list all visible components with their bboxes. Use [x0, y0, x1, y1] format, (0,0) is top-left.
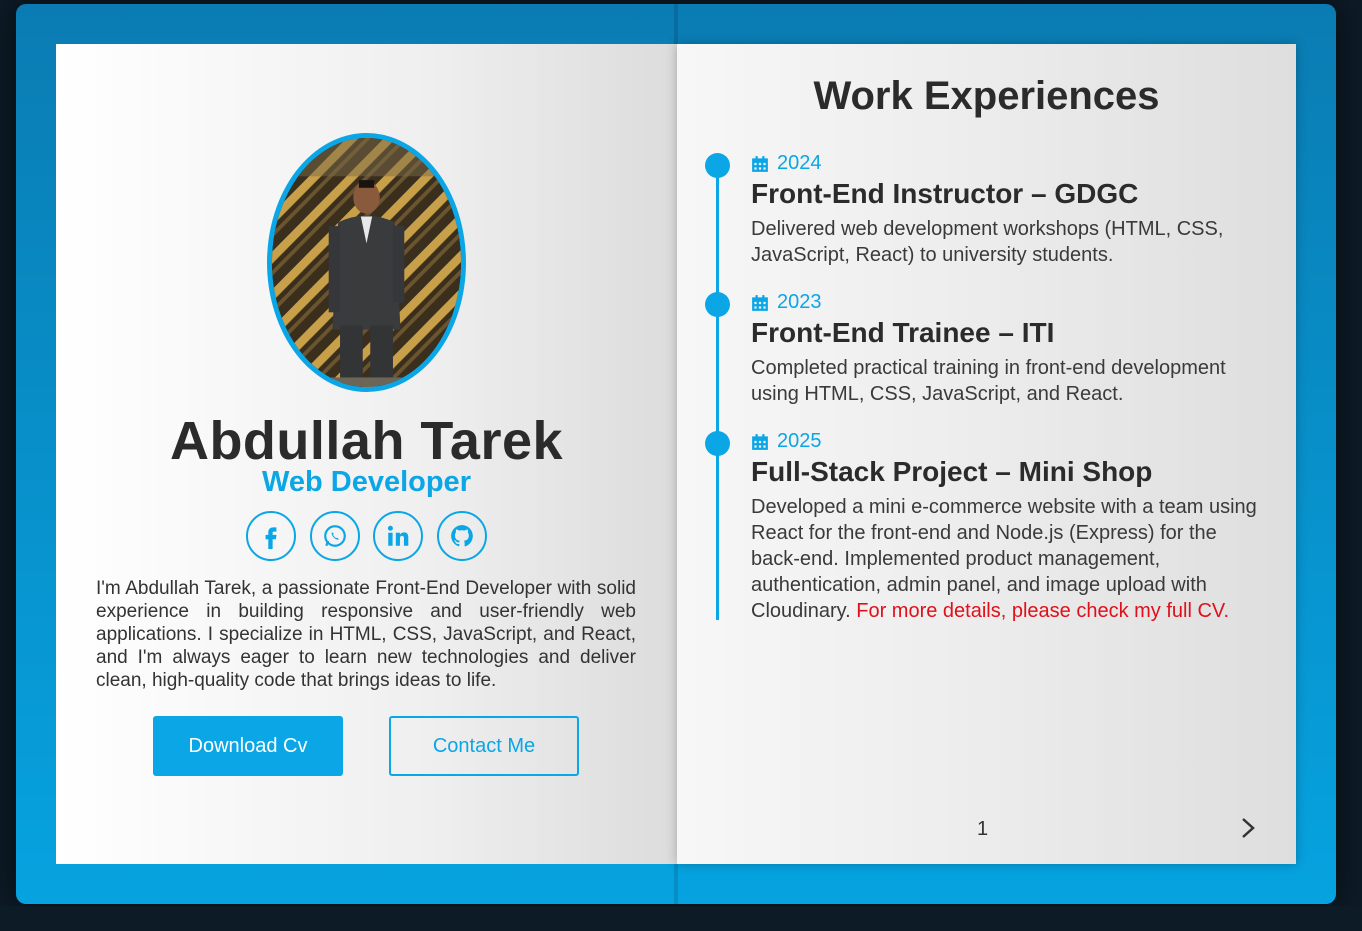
- calendar-icon: [752, 433, 768, 450]
- entry-title: Full-Stack Project – Mini Shop: [751, 456, 1153, 487]
- whatsapp-link[interactable]: [309, 511, 360, 561]
- entry-year: 2025: [777, 430, 822, 452]
- next-page-button[interactable]: [1233, 810, 1263, 846]
- timeline-line: [716, 160, 719, 620]
- book-container: Abdullah Tarek Web Developer I'm Abdulla…: [16, 4, 1336, 904]
- timeline-dot: [705, 153, 730, 178]
- timeline-dot: [705, 292, 730, 317]
- entry-description: Developed a mini e-commerce website with…: [751, 494, 1271, 624]
- facebook-link[interactable]: [246, 511, 296, 561]
- experience-page: Work Experiences 2024 Front-End Instruct…: [677, 44, 1296, 864]
- entry-title: Front-End Instructor – GDGC: [751, 178, 1139, 209]
- linkedin-icon: [388, 525, 409, 546]
- avatar: [267, 133, 466, 392]
- github-link[interactable]: [436, 511, 487, 561]
- facebook-icon: [265, 527, 277, 549]
- profile-role: Web Developer: [262, 466, 471, 498]
- download-cv-button[interactable]: Download Cv: [153, 716, 343, 776]
- github-icon: [451, 525, 473, 547]
- section-title: Work Experiences: [813, 74, 1160, 118]
- contact-me-button[interactable]: Contact Me: [389, 716, 579, 776]
- entry-title: Front-End Trainee – ITI: [751, 317, 1055, 348]
- social-links: [246, 511, 487, 563]
- full-cv-note: For more details, please check my full C…: [856, 600, 1229, 622]
- profile-bio: I'm Abdullah Tarek, a passionate Front-E…: [96, 578, 636, 691]
- calendar-icon: [752, 155, 768, 172]
- calendar-icon: [752, 294, 768, 311]
- whatsapp-icon: [323, 525, 346, 547]
- linkedin-link[interactable]: [373, 511, 424, 561]
- entry-year: 2023: [777, 291, 822, 313]
- entry-description: Delivered web development workshops (HTM…: [751, 218, 1224, 266]
- profile-name: Abdullah Tarek: [169, 411, 564, 471]
- entry-description: Completed practical training in front-en…: [751, 357, 1226, 405]
- page-number: 1: [977, 818, 989, 840]
- profile-photo: [272, 138, 461, 387]
- timeline-dot: [705, 431, 730, 456]
- entry-year: 2024: [777, 152, 822, 174]
- taskbar: [0, 906, 1362, 931]
- profile-page: Abdullah Tarek Web Developer I'm Abdulla…: [56, 44, 677, 864]
- chevron-right-icon: [1242, 818, 1255, 838]
